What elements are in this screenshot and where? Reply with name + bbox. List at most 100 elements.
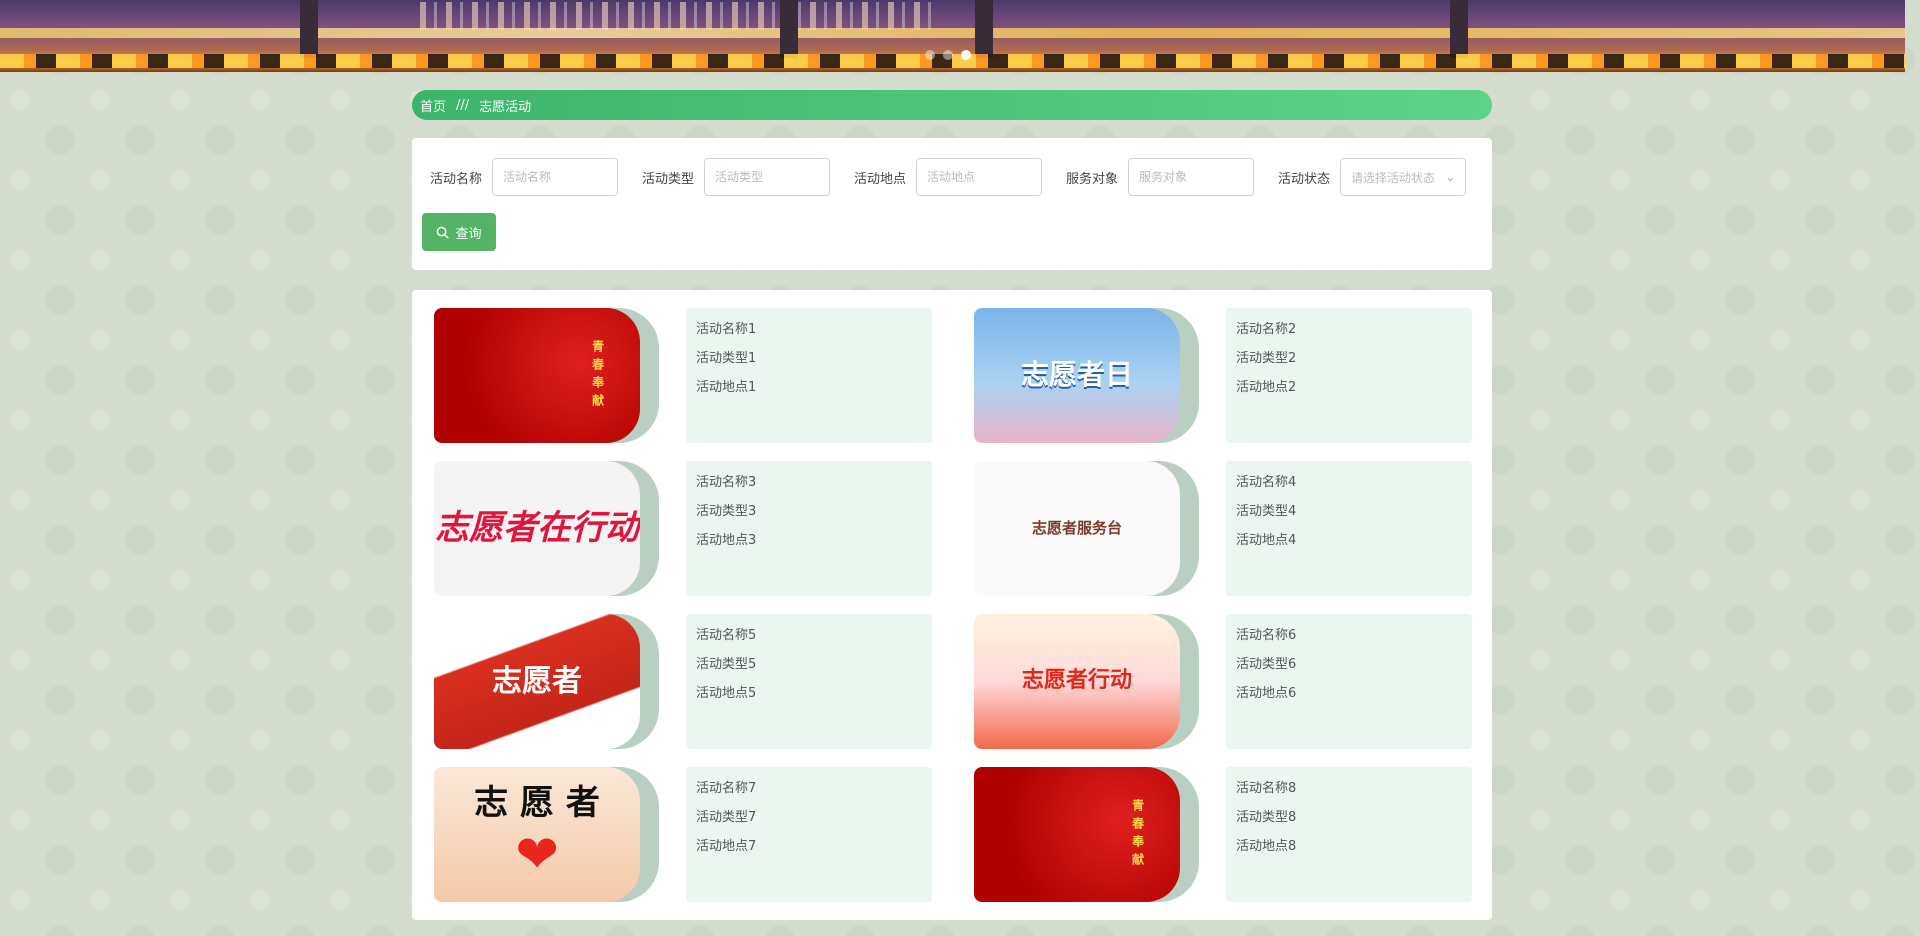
activity-info: 活动名称1 活动类型1 活动地点1: [686, 308, 932, 443]
activity-type: 活动类型7: [696, 810, 757, 825]
activity-location-input[interactable]: [916, 158, 1043, 196]
activity-type: 活动类型3: [696, 504, 757, 519]
activity-name-field: 活动名称: [430, 158, 619, 196]
activity-image: 志愿者在行动: [434, 461, 640, 596]
activity-image: 青春奉献: [434, 308, 640, 443]
thumbnail-text: 志愿者日: [1020, 358, 1133, 392]
search-panel: 活动名称 活动类型 活动地点 服务对象 活动状态 请选择活动状态 ⌄ 查询: [412, 138, 1492, 270]
activity-thumbnail[interactable]: 青春奉献: [434, 308, 659, 443]
activity-name: 活动名称2: [1236, 322, 1297, 337]
activity-location: 活动地点1: [696, 380, 757, 395]
activity-location: 活动地点8: [1236, 839, 1297, 854]
chevron-down-icon: ⌄: [1445, 170, 1456, 184]
activity-name-input[interactable]: [492, 158, 619, 196]
activity-card[interactable]: 志愿者日 活动名称2 活动类型2 活动地点2: [974, 308, 1494, 443]
activity-image: 志愿者: [434, 614, 640, 749]
query-button[interactable]: 查询: [422, 213, 496, 251]
activity-image: 志愿者行动: [974, 614, 1180, 749]
breadcrumb-separator: ///: [456, 97, 470, 113]
activity-card[interactable]: 志愿者在行动 活动名称3 活动类型3 活动地点3: [434, 461, 954, 596]
activity-card[interactable]: 志愿者行动 活动名称6 活动类型6 活动地点6: [974, 614, 1494, 749]
query-button-label: 查询: [455, 226, 482, 242]
activity-card[interactable]: 青春奉献 活动名称8 活动类型8 活动地点8: [974, 767, 1494, 902]
activity-name: 活动名称4: [1236, 475, 1297, 490]
activity-status-field: 活动状态 请选择活动状态 ⌄: [1278, 158, 1467, 196]
activity-type: 活动类型2: [1236, 351, 1297, 366]
activity-card[interactable]: 青春奉献 活动名称1 活动类型1 活动地点1: [434, 308, 954, 443]
activity-type-label: 活动类型: [642, 171, 695, 187]
activity-image: 志 愿 者 ❤: [434, 767, 640, 902]
activity-type: 活动类型8: [1236, 810, 1297, 825]
activity-list: 青春奉献 活动名称1 活动类型1 活动地点1 志愿者日 活动名称2 活动类型2 …: [412, 290, 1492, 920]
activity-info: 活动名称8 活动类型8 活动地点8: [1226, 767, 1472, 902]
service-target-input[interactable]: [1128, 158, 1255, 196]
activity-card[interactable]: 志愿者 活动名称5 活动类型5 活动地点5: [434, 614, 954, 749]
activity-type-field: 活动类型: [642, 158, 831, 196]
activity-location: 活动地点4: [1236, 533, 1297, 548]
activity-thumbnail[interactable]: 志愿者在行动: [434, 461, 659, 596]
breadcrumb-home[interactable]: 首页: [420, 96, 446, 115]
activity-info: 活动名称6 活动类型6 活动地点6: [1226, 614, 1472, 749]
thumbnail-text: 志愿者: [492, 664, 582, 699]
activity-info: 活动名称7 活动类型7 活动地点7: [686, 767, 932, 902]
activity-type-input[interactable]: [704, 158, 831, 196]
activity-location: 活动地点5: [696, 686, 757, 701]
bridge-pillar: [780, 0, 798, 58]
activity-thumbnail[interactable]: 志愿者日: [974, 308, 1199, 443]
bridge-deck: [0, 28, 1905, 38]
activity-type: 活动类型6: [1236, 657, 1297, 672]
thumbnail-text: 志愿者在行动: [435, 507, 639, 548]
thumbnail-text: 志愿者服务台: [1031, 519, 1122, 538]
activity-status-label: 活动状态: [1278, 171, 1331, 187]
carousel-dot-icon[interactable]: [961, 50, 971, 60]
activity-thumbnail[interactable]: 志 愿 者 ❤: [434, 767, 659, 902]
bridge-pillar: [975, 0, 993, 58]
activity-thumbnail[interactable]: 志愿者服务台: [974, 461, 1199, 596]
activity-thumbnail[interactable]: 青春奉献: [974, 767, 1199, 902]
breadcrumb-current: 志愿活动: [479, 99, 532, 115]
activity-image: 青春奉献: [974, 767, 1180, 902]
service-target-field: 服务对象: [1066, 158, 1255, 196]
activity-info: 活动名称3 活动类型3 活动地点3: [686, 461, 932, 596]
activity-card[interactable]: 志愿者服务台 活动名称4 活动类型4 活动地点4: [974, 461, 1494, 596]
activity-info: 活动名称5 活动类型5 活动地点5: [686, 614, 932, 749]
thumbnail-text: 青春奉献: [1130, 798, 1145, 871]
activity-thumbnail[interactable]: 志愿者: [434, 614, 659, 749]
carousel-dot-icon[interactable]: [943, 50, 953, 60]
activity-name: 活动名称7: [696, 781, 757, 796]
activity-name: 活动名称6: [1236, 628, 1297, 643]
thumbnail-text: 志愿者行动: [1021, 668, 1132, 694]
activity-info: 活动名称2 活动类型2 活动地点2: [1226, 308, 1472, 443]
activity-thumbnail[interactable]: 志愿者行动: [974, 614, 1199, 749]
breadcrumb: 首页 /// 志愿活动: [412, 90, 1492, 120]
activity-name: 活动名称1: [696, 322, 757, 337]
service-target-label: 服务对象: [1066, 171, 1119, 187]
activity-location-field: 活动地点: [854, 158, 1043, 196]
activity-info: 活动名称4 活动类型4 活动地点4: [1226, 461, 1472, 596]
activity-location: 活动地点7: [696, 839, 757, 854]
activity-name: 活动名称3: [696, 475, 757, 490]
activity-image: 志愿者服务台: [974, 461, 1180, 596]
city-skyline: [420, 2, 940, 30]
hero-banner: [0, 0, 1905, 72]
activity-name-label: 活动名称: [430, 171, 483, 187]
carousel-indicators: [925, 50, 971, 60]
activity-location: 活动地点2: [1236, 380, 1297, 395]
activity-location-label: 活动地点: [854, 171, 907, 187]
activity-status-placeholder: 请选择活动状态: [1351, 170, 1436, 185]
activity-location: 活动地点3: [696, 533, 757, 548]
activity-image: 志愿者日: [974, 308, 1180, 443]
carousel-dot-icon[interactable]: [925, 50, 935, 60]
activity-name: 活动名称8: [1236, 781, 1297, 796]
activity-location: 活动地点6: [1236, 686, 1297, 701]
activity-type: 活动类型4: [1236, 504, 1297, 519]
activity-status-select[interactable]: 请选择活动状态 ⌄: [1340, 158, 1467, 196]
thumbnail-text: 青春奉献: [590, 339, 605, 412]
heart-icon: ❤: [515, 824, 559, 885]
search-icon: [437, 226, 450, 239]
thumbnail-text: 志 愿 者: [474, 783, 600, 824]
activity-type: 活动类型5: [696, 657, 757, 672]
activity-type: 活动类型1: [696, 351, 757, 366]
bridge-pillar: [1450, 0, 1468, 58]
activity-card[interactable]: 志 愿 者 ❤ 活动名称7 活动类型7 活动地点7: [434, 767, 954, 902]
